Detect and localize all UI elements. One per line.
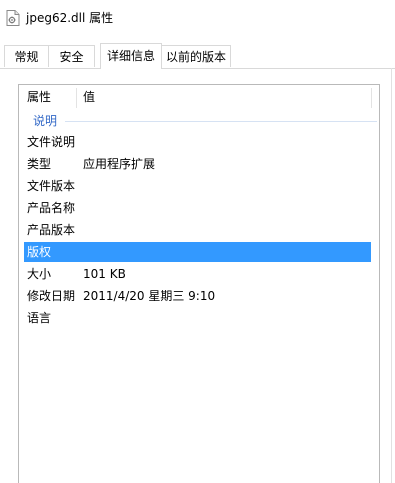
list-item[interactable]: 产品名称 <box>24 198 371 218</box>
title-bar: jpeg62.dll 属性 <box>0 0 395 36</box>
list-item[interactable]: 文件版本 <box>24 176 371 196</box>
property-name: 类型 <box>27 157 52 171</box>
list-item-selected[interactable]: 版权 <box>24 242 371 262</box>
dll-file-icon <box>6 10 20 26</box>
property-name: 产品名称 <box>27 201 76 215</box>
list-header: 属性 值 <box>19 85 379 109</box>
property-value: 应用程序扩展 <box>83 157 156 171</box>
group-divider <box>65 121 377 122</box>
property-name: 大小 <box>27 267 52 281</box>
tab-details[interactable]: 详细信息 <box>100 43 162 69</box>
property-name: 产品版本 <box>27 223 76 237</box>
tab-strip: 常规 安全 详细信息 以前的版本 <box>0 43 395 69</box>
property-name: 文件版本 <box>27 179 76 193</box>
list-item[interactable]: 产品版本 <box>24 220 371 240</box>
group-label: 说明 <box>33 114 58 128</box>
list-item[interactable]: 语言 <box>24 308 371 328</box>
window-title: jpeg62.dll 属性 <box>26 11 114 25</box>
properties-list[interactable]: 属性 值 说明 文件说明 类型 应用程序扩展 文件版本 产品名称 产品版本 版权… <box>18 84 380 483</box>
property-name: 修改日期 <box>27 289 76 303</box>
group-description: 说明 <box>27 113 377 129</box>
property-name: 语言 <box>27 311 52 325</box>
header-value[interactable]: 值 <box>83 85 95 109</box>
property-value: 101 KB <box>83 267 126 281</box>
property-value: 2011/4/20 星期三 9:10 <box>83 289 216 303</box>
header-property[interactable]: 属性 <box>27 85 51 109</box>
list-item[interactable]: 修改日期 2011/4/20 星期三 9:10 <box>24 286 371 306</box>
list-item[interactable]: 大小 101 KB <box>24 264 371 284</box>
tab-general[interactable]: 常规 <box>4 45 49 67</box>
panel-right-edge <box>391 68 392 483</box>
header-divider[interactable] <box>371 88 372 108</box>
list-item[interactable]: 类型 应用程序扩展 <box>24 154 371 174</box>
list-item[interactable]: 文件说明 <box>24 132 371 152</box>
tab-security[interactable]: 安全 <box>48 45 95 67</box>
header-divider[interactable] <box>76 88 77 108</box>
property-name: 文件说明 <box>27 135 76 149</box>
tab-previous-versions[interactable]: 以前的版本 <box>161 45 231 67</box>
property-name: 版权 <box>27 245 52 259</box>
